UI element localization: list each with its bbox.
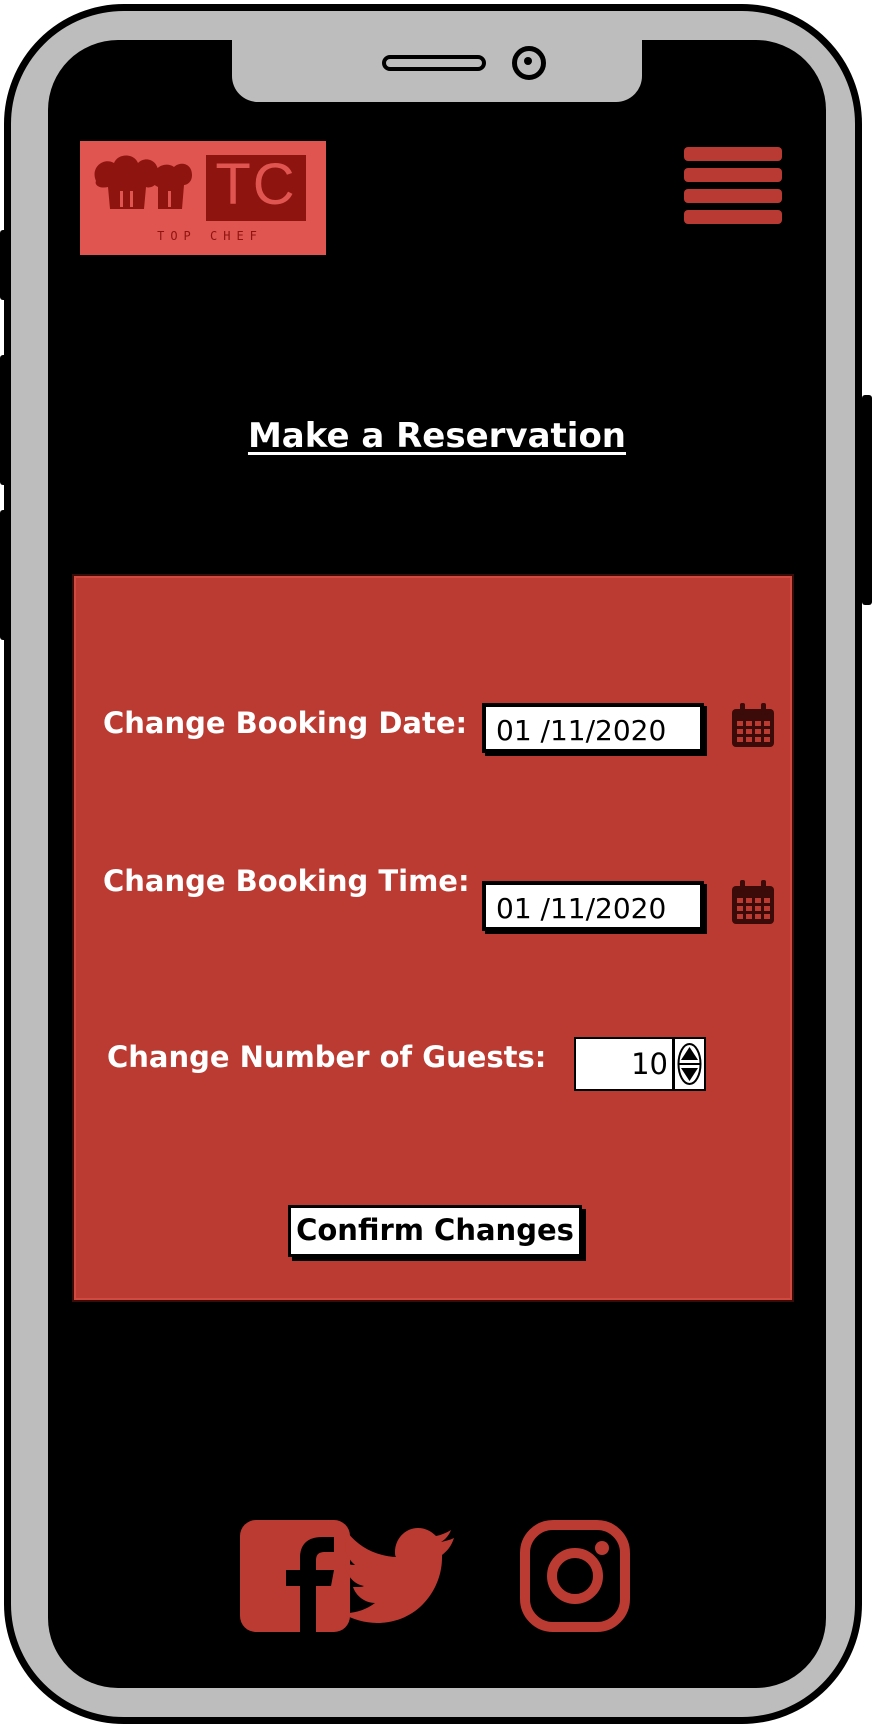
calendar-icon[interactable] [730, 878, 776, 926]
menu-bar [684, 168, 782, 182]
booking-time-input[interactable]: 01 /11/2020 [482, 881, 704, 931]
top-chef-logo[interactable]: TC TOP CHEF [80, 141, 326, 255]
logo-monogram: TC [215, 152, 297, 217]
phone-screen: TC TOP CHEF Make a Reservation Change Bo… [48, 40, 826, 1688]
stepper-arrows[interactable] [672, 1039, 704, 1089]
guests-label: Change Number of Guests: [107, 1040, 547, 1074]
stepper-arrows-icon [677, 1043, 702, 1085]
phone-notch [232, 40, 642, 102]
menu-bar [684, 147, 782, 161]
facebook-icon[interactable] [240, 1520, 350, 1632]
power-button [862, 395, 872, 605]
booking-date-input[interactable]: 01 /11/2020 [482, 703, 704, 753]
decrement-arrow-icon [681, 1068, 698, 1081]
confirm-changes-button[interactable]: Confirm Changes [288, 1205, 582, 1257]
guests-stepper[interactable]: 10 [574, 1037, 706, 1091]
speaker-grille [382, 55, 486, 71]
menu-bar [684, 210, 782, 224]
reservation-form: Change Booking Date: 01 /11/2020 Change … [72, 574, 794, 1302]
menu-bar [684, 189, 782, 203]
instagram-icon[interactable] [520, 1520, 630, 1632]
page-title: Make a Reservation [247, 416, 627, 456]
hamburger-menu-icon[interactable] [684, 147, 782, 227]
front-camera [512, 46, 546, 80]
increment-arrow-icon [681, 1047, 698, 1060]
calendar-icon[interactable] [730, 701, 776, 749]
twitter-icon[interactable] [342, 1528, 456, 1624]
booking-date-label: Change Booking Date: [103, 706, 468, 740]
logo-tagline: TOP CHEF [157, 229, 263, 243]
guests-value: 10 [631, 1047, 668, 1081]
booking-time-label: Change Booking Time: [103, 864, 470, 898]
